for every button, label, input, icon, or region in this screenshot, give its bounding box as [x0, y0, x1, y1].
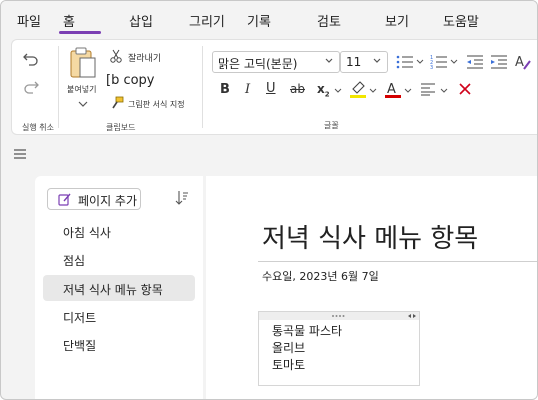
format-painter-icon[interactable] [110, 96, 124, 110]
numbered-list-icon[interactable]: 1 2 3 [430, 54, 448, 70]
note-line[interactable]: 통곡물 파스타 [272, 322, 342, 339]
add-page-button[interactable]: 페이지 추가 [47, 188, 141, 210]
page-list-panel: 페이지 추가 아침 식사 점심 저녁 식사 메뉴 항목 디저트 단백질 [35, 176, 203, 399]
increase-indent-icon[interactable] [490, 54, 508, 70]
underline-button[interactable]: U [266, 81, 276, 96]
app-window: 파일 홈 삽입 그리기 기록 검토 보기 도움말 실행 취소 붙여넣기 잘라내기… [0, 0, 538, 400]
chevron-down-icon[interactable] [404, 88, 412, 94]
drag-dots-icon [332, 315, 345, 317]
clipboard-group-label: 클립보드 [106, 123, 136, 132]
chevron-down-icon[interactable] [334, 88, 342, 94]
paste-label[interactable]: 붙여넣기 [67, 84, 96, 95]
font-name-value: 맑은 고딕(본문) [218, 57, 298, 71]
font-size-dropdown[interactable]: 11 [340, 51, 388, 73]
font-size-value: 11 [346, 55, 362, 69]
ribbon: 실행 취소 붙여넣기 잘라내기 [b copy 그림판 서식 지정 클립보드 맑 [11, 39, 537, 135]
scissors-icon[interactable] [110, 49, 122, 63]
format-painter-label[interactable]: 그림판 서식 지정 [128, 99, 185, 110]
title-divider [258, 261, 537, 262]
group-divider [202, 46, 203, 128]
page-item-dinner-menu[interactable]: 저녁 식사 메뉴 항목 [43, 275, 195, 301]
menu-history[interactable]: 기록 [247, 11, 271, 30]
sort-icon[interactable] [175, 190, 189, 206]
note-container[interactable]: 통곡물 파스타 올리브 토마토 [258, 311, 420, 386]
page-canvas[interactable]: 저녁 식사 메뉴 항목 수요일, 2023년 6월 7일 통곡물 파스타 올리브… [206, 176, 537, 399]
add-page-label: 페이지 추가 [78, 194, 138, 208]
menu-bar: 파일 홈 삽입 그리기 기록 검토 보기 도움말 [1, 1, 537, 39]
cut-label[interactable]: 잘라내기 [128, 51, 161, 64]
svg-text:A: A [387, 82, 396, 97]
page-item-breakfast[interactable]: 아침 식사 [43, 218, 195, 244]
redo-icon[interactable] [22, 78, 40, 96]
font-name-dropdown[interactable]: 맑은 고딕(본문) [212, 51, 340, 73]
menu-draw[interactable]: 그리기 [189, 11, 225, 30]
menu-help[interactable]: 도움말 [443, 11, 479, 30]
note-line[interactable]: 올리브 [272, 339, 305, 356]
svg-text:3: 3 [430, 65, 433, 70]
bullet-list-icon[interactable] [396, 54, 414, 70]
menu-view[interactable]: 보기 [385, 11, 409, 30]
page-date: 수요일, 2023년 6월 7일 [262, 270, 379, 283]
clear-formatting-icon[interactable]: A [514, 53, 532, 71]
copy-label[interactable]: [b copy [106, 73, 155, 88]
chevron-down-icon[interactable] [78, 100, 88, 108]
font-color-icon[interactable]: A [384, 80, 402, 98]
decrease-indent-icon[interactable] [466, 54, 484, 70]
strikethrough-button[interactable]: ab [290, 82, 305, 96]
undo-group-label: 실행 취소 [22, 123, 54, 132]
font-group-label: 글꼴 [324, 121, 339, 130]
chevron-down-icon[interactable] [416, 59, 424, 65]
chevron-down-icon[interactable] [369, 88, 377, 94]
paste-icon[interactable] [68, 46, 98, 80]
note-drag-handle[interactable] [259, 312, 419, 320]
chevron-down-icon[interactable] [450, 59, 458, 65]
subscript-button[interactable]: x2 [317, 82, 330, 98]
italic-button[interactable]: I [245, 82, 250, 97]
align-left-icon[interactable] [420, 82, 436, 96]
group-divider [58, 46, 59, 128]
page-item-protein[interactable]: 단백질 [43, 331, 195, 357]
close-icon[interactable] [458, 82, 472, 96]
menu-insert[interactable]: 삽입 [129, 11, 153, 30]
highlighter-icon[interactable] [349, 80, 367, 98]
page-title[interactable]: 저녁 식사 메뉴 항목 [262, 218, 478, 255]
svg-text:A: A [515, 55, 524, 70]
page-item-dessert[interactable]: 디저트 [43, 303, 195, 329]
undo-icon[interactable] [22, 50, 40, 68]
add-page-icon [58, 193, 71, 206]
chevron-down-icon[interactable] [440, 88, 448, 94]
menu-review[interactable]: 검토 [317, 11, 341, 30]
bold-button[interactable]: B [220, 82, 230, 97]
chevron-down-icon [373, 58, 381, 63]
menu-icon[interactable] [13, 148, 27, 160]
resize-arrows-icon[interactable] [407, 313, 417, 319]
chevron-down-icon [325, 58, 333, 63]
page-item-lunch[interactable]: 점심 [43, 246, 195, 272]
menu-home[interactable]: 홈 [63, 11, 75, 30]
note-line[interactable]: 토마토 [272, 356, 305, 373]
active-tab-indicator [59, 31, 101, 34]
menu-file[interactable]: 파일 [17, 11, 41, 30]
